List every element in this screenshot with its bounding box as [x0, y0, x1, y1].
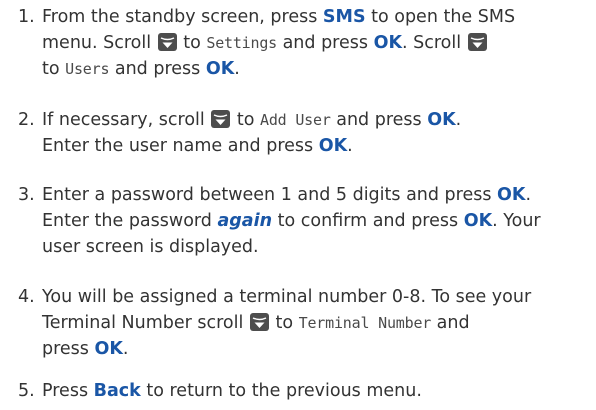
scroll-key-icon — [157, 33, 177, 51]
lcd-menu-add-user: Add User — [260, 111, 331, 129]
scroll-key-icon — [211, 110, 231, 128]
ok-key-label: OK — [373, 33, 402, 53]
step-number: 4. — [18, 287, 35, 307]
step-3: 3. Enter a password between 1 and 5 digit… — [18, 182, 578, 260]
step-number: 3. — [18, 185, 35, 205]
scroll-key-icon — [249, 313, 269, 331]
lcd-menu-settings: Settings — [206, 34, 278, 52]
step-number: 5. — [18, 381, 35, 401]
ok-key-label: OK — [318, 136, 348, 156]
ok-key-label: OK — [463, 211, 493, 231]
sms-key-label: SMS — [322, 7, 366, 27]
instruction-steps: 1. From the standby screen, press SMS to … — [0, 0, 596, 410]
back-key-label: Back — [93, 381, 141, 401]
ok-key-label: OK — [205, 59, 235, 79]
ok-key-label: OK — [427, 110, 456, 130]
ok-key-label: OK — [94, 339, 123, 359]
scroll-key-icon — [467, 33, 487, 51]
emphasis-again: again — [217, 211, 273, 231]
step-number: 2. — [18, 110, 35, 130]
lcd-menu-terminal-number: Terminal Number — [298, 314, 432, 332]
step-4: 4. You will be assigned a terminal number… — [18, 284, 578, 362]
step-2: 2. If necessary, scroll to Add User and p… — [18, 107, 578, 159]
step-5: 5. Press Back to return to the previous m… — [18, 378, 578, 404]
step-1: 1. From the standby screen, press SMS to … — [18, 4, 578, 82]
step-number: 1. — [18, 7, 35, 27]
lcd-menu-users: Users — [65, 60, 110, 78]
ok-key-label: OK — [497, 185, 526, 205]
